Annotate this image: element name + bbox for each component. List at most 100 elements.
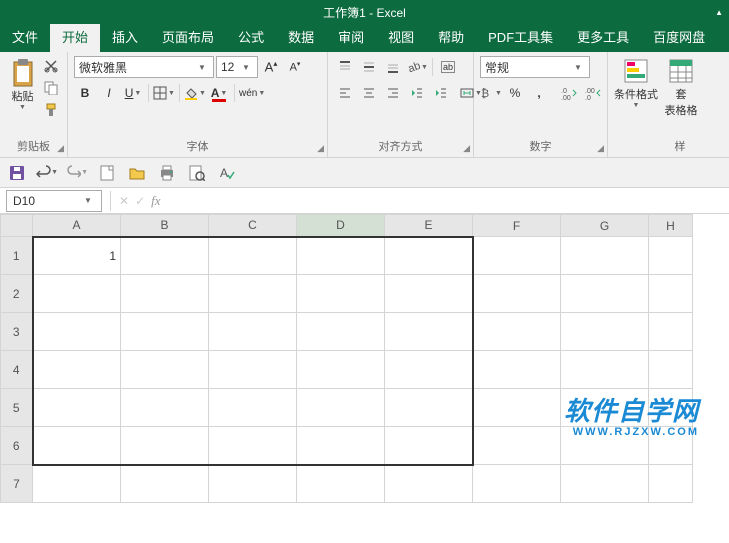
row-header-6[interactable]: 6 (1, 427, 33, 465)
cell-B1[interactable] (121, 237, 209, 275)
cell-E1[interactable] (385, 237, 473, 275)
save-button[interactable] (6, 162, 28, 184)
cell-E4[interactable] (385, 351, 473, 389)
tab-baidu[interactable]: 百度网盘 (641, 21, 717, 52)
tab-insert[interactable]: 插入 (100, 21, 150, 52)
cell-A5[interactable] (33, 389, 121, 427)
underline-button[interactable]: U▼ (122, 82, 144, 104)
cell-B6[interactable] (121, 427, 209, 465)
col-header-C[interactable]: C (209, 215, 297, 237)
tab-file[interactable]: 文件 (0, 21, 50, 52)
cell-D2[interactable] (297, 275, 385, 313)
enter-formula-button[interactable]: ✓ (135, 194, 145, 208)
format-painter-button[interactable] (41, 100, 61, 120)
phonetic-button[interactable]: wén▼ (239, 82, 265, 104)
cell-E7[interactable] (385, 465, 473, 503)
number-format-select[interactable]: 常规▼ (480, 56, 590, 78)
tab-review[interactable]: 审阅 (326, 21, 376, 52)
cell-H4[interactable] (649, 351, 693, 389)
paste-button[interactable]: 粘贴 ▼ (6, 56, 39, 126)
spellcheck-button[interactable]: A (216, 162, 238, 184)
cell-G6[interactable] (561, 427, 649, 465)
select-all-corner[interactable] (1, 215, 33, 237)
redo-button[interactable]: ▼ (66, 162, 88, 184)
cell-E3[interactable] (385, 313, 473, 351)
cell-G7[interactable] (561, 465, 649, 503)
fx-button[interactable]: fx (151, 193, 160, 209)
cell-G4[interactable] (561, 351, 649, 389)
cell-D6[interactable] (297, 427, 385, 465)
font-color-button[interactable]: A▼ (208, 82, 230, 104)
cell-A7[interactable] (33, 465, 121, 503)
col-header-G[interactable]: G (561, 215, 649, 237)
align-left-button[interactable] (334, 82, 356, 104)
cell-D3[interactable] (297, 313, 385, 351)
cell-F4[interactable] (473, 351, 561, 389)
cell-A3[interactable] (33, 313, 121, 351)
font-size-select[interactable]: 12▼ (216, 56, 258, 78)
row-header-1[interactable]: 1 (1, 237, 33, 275)
font-launcher-icon[interactable]: ◢ (317, 143, 324, 154)
align-top-button[interactable] (334, 56, 356, 78)
cell-E6[interactable] (385, 427, 473, 465)
cell-G1[interactable] (561, 237, 649, 275)
cut-button[interactable] (41, 56, 61, 76)
cell-C1[interactable] (209, 237, 297, 275)
col-header-F[interactable]: F (473, 215, 561, 237)
align-middle-button[interactable] (358, 56, 380, 78)
cell-C4[interactable] (209, 351, 297, 389)
cell-G2[interactable] (561, 275, 649, 313)
font-name-select[interactable]: 微软雅黑▼ (74, 56, 214, 78)
cell-H3[interactable] (649, 313, 693, 351)
italic-button[interactable]: I (98, 82, 120, 104)
decrease-decimal-button[interactable]: .00.0 (582, 82, 604, 104)
cell-C6[interactable] (209, 427, 297, 465)
undo-button[interactable]: ▼ (36, 162, 58, 184)
cell-D4[interactable] (297, 351, 385, 389)
cell-F3[interactable] (473, 313, 561, 351)
cell-D1[interactable] (297, 237, 385, 275)
col-header-B[interactable]: B (121, 215, 209, 237)
col-header-A[interactable]: A (33, 215, 121, 237)
cell-H5[interactable] (649, 389, 693, 427)
tab-pdf[interactable]: PDF工具集 (476, 21, 565, 52)
cell-D5[interactable] (297, 389, 385, 427)
cell-E5[interactable] (385, 389, 473, 427)
cell-H7[interactable] (649, 465, 693, 503)
row-header-4[interactable]: 4 (1, 351, 33, 389)
cell-E2[interactable] (385, 275, 473, 313)
col-header-H[interactable]: H (649, 215, 693, 237)
borders-button[interactable]: ▼ (153, 82, 175, 104)
cell-B5[interactable] (121, 389, 209, 427)
cell-A6[interactable] (33, 427, 121, 465)
tab-data[interactable]: 数据 (276, 21, 326, 52)
row-header-5[interactable]: 5 (1, 389, 33, 427)
decrease-indent-button[interactable] (406, 82, 428, 104)
cell-G3[interactable] (561, 313, 649, 351)
print-preview-button[interactable] (186, 162, 208, 184)
cell-H6[interactable] (649, 427, 693, 465)
align-right-button[interactable] (382, 82, 404, 104)
tab-view[interactable]: 视图 (376, 21, 426, 52)
cell-C3[interactable] (209, 313, 297, 351)
col-header-D[interactable]: D (297, 215, 385, 237)
row-header-2[interactable]: 2 (1, 275, 33, 313)
increase-decimal-button[interactable]: .0.00 (558, 82, 580, 104)
number-launcher-icon[interactable]: ◢ (597, 143, 604, 154)
tab-help[interactable]: 帮助 (426, 21, 476, 52)
tab-formulas[interactable]: 公式 (226, 21, 276, 52)
tab-home[interactable]: 开始 (50, 21, 100, 52)
tab-layout[interactable]: 页面布局 (150, 21, 226, 52)
cell-A2[interactable] (33, 275, 121, 313)
fill-color-button[interactable]: ▼ (184, 82, 206, 104)
align-launcher-icon[interactable]: ◢ (463, 143, 470, 154)
cell-B2[interactable] (121, 275, 209, 313)
percent-button[interactable]: % (504, 82, 526, 104)
cell-G5[interactable] (561, 389, 649, 427)
align-center-button[interactable] (358, 82, 380, 104)
bold-button[interactable]: B (74, 82, 96, 104)
orientation-button[interactable]: ab▼ (406, 56, 428, 78)
col-header-E[interactable]: E (385, 215, 473, 237)
align-bottom-button[interactable] (382, 56, 404, 78)
wrap-text-button[interactable]: ab (437, 56, 459, 78)
